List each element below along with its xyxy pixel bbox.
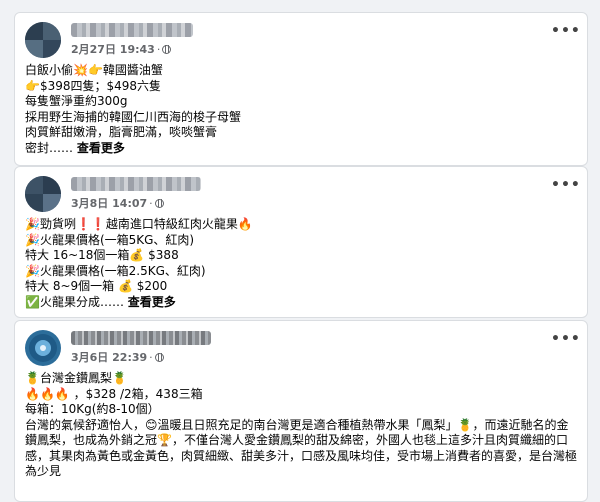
author-name-redacted[interactable] (71, 331, 211, 345)
post-line: 🎉火龍果價格(一箱2.5KG、紅肉) (25, 263, 206, 278)
post-line: 白飯小偷💥👉韓國醬油蟹 (25, 63, 163, 77)
post-header: 2月27日 19:43 · ••• (15, 13, 587, 58)
post-line: 🍍台灣金鑽鳳梨🍍 (25, 371, 127, 385)
post-line: 特大 16~18個一箱💰 $388 (25, 248, 179, 262)
post-line: 🎉火龍果價格(一箱5KG、紅肉) (25, 232, 195, 247)
post-card: 3月6日 22:39 · ••• 🍍台灣金鑽鳳梨🍍 🔥🔥🔥 ，$328 /2箱，4… (14, 320, 588, 502)
globe-icon (154, 199, 164, 208)
post-timestamp[interactable]: 3月6日 22:39 · (71, 349, 164, 365)
post-line-truncated: 密封…… (25, 140, 74, 155)
avatar[interactable] (25, 22, 61, 58)
post-timestamp[interactable]: 3月8日 14:07 · (71, 195, 164, 211)
post-line-truncated: ✅火龍果分成…… (25, 294, 124, 309)
more-horizontal-icon[interactable]: ••• (551, 329, 580, 349)
post-line: 🔥🔥🔥 ，$328 /2箱，438三箱 (25, 386, 203, 401)
post-line: 肉質鮮甜嫩滑，脂膏肥滿，啖啖蟹膏 (25, 125, 218, 139)
post-text: 白飯小偷💥👉韓國醬油蟹 👉$398四隻；$498六隻 每隻蟹淨重約300g 採用… (15, 57, 587, 162)
avatar[interactable] (25, 176, 61, 212)
more-horizontal-icon[interactable]: ••• (551, 175, 580, 195)
post-line: 特大 8~9個一箱 💰 $200 (25, 279, 168, 293)
avatar[interactable] (25, 330, 61, 366)
post-line: 密封…… 查看更多 (25, 141, 577, 157)
see-more-link[interactable]: 查看更多 (128, 295, 176, 309)
post-timestamp[interactable]: 2月27日 19:43 · (71, 41, 172, 57)
post-paragraph: 台灣的氣候舒適怡人，😊溫暖且日照充足的南台灣更是適合種植熱帶水果「鳳梨」🍍，而遠… (25, 417, 578, 479)
more-horizontal-icon[interactable]: ••• (551, 21, 580, 41)
globe-icon (162, 45, 172, 54)
author-name-redacted[interactable] (71, 23, 193, 37)
post-text: 🎉勁貨咧❗❗越南進口特級紅肉火龍果🔥 🎉火龍果價格(一箱5KG、紅肉) 特大 1… (15, 211, 587, 316)
post-header: 3月8日 14:07 · ••• (15, 167, 587, 212)
post-line: 每隻蟹淨重約300g (25, 94, 128, 108)
post-card: 2月27日 19:43 · ••• 白飯小偷💥👉韓國醬油蟹 👉$398四隻；$49… (14, 12, 588, 166)
post-card: 3月8日 14:07 · ••• 🎉勁貨咧❗❗越南進口特級紅肉火龍果🔥 🎉火龍果價… (14, 166, 588, 318)
post-line: 每箱：10Kg(約8-10個） (25, 402, 160, 416)
post-line: 採用野生海捕的韓國仁川西海的梭子母蟹 (25, 109, 242, 124)
globe-icon (154, 353, 164, 362)
author-name-redacted[interactable] (71, 177, 201, 191)
post-line: 👉$398四隻；$498六隻 (25, 78, 162, 93)
post-line: 🎉勁貨咧❗❗越南進口特級紅肉火龍果🔥 (25, 217, 253, 231)
post-header: 3月6日 22:39 · ••• (15, 321, 587, 366)
post-line: ✅火龍果分成…… 查看更多 (25, 295, 577, 311)
see-more-link[interactable]: 查看更多 (77, 141, 125, 155)
post-text: 🍍台灣金鑽鳳梨🍍 🔥🔥🔥 ，$328 /2箱，438三箱 每箱：10Kg(約8-… (15, 365, 587, 486)
